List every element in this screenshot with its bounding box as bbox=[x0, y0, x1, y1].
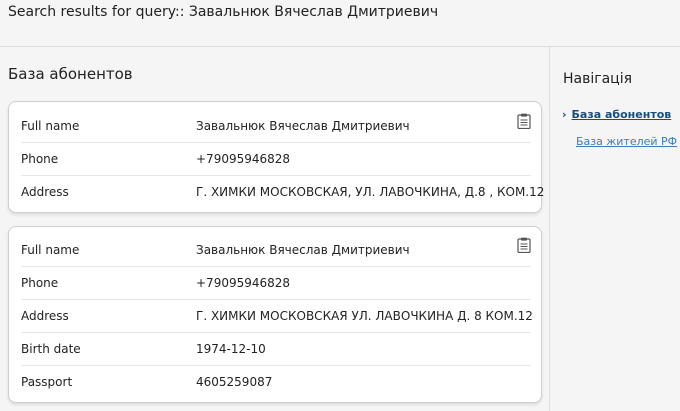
field-value: Г. ХИМКИ МОСКОВСКАЯ УЛ. ЛАВОЧКИНА Д. 8 К… bbox=[196, 309, 533, 323]
table-row: Full name Завальнюк Вячеслав Дмитриевич bbox=[21, 234, 531, 267]
field-label: Full name bbox=[21, 243, 80, 257]
field-label: Phone bbox=[21, 152, 59, 166]
field-value: +79095946828 bbox=[196, 152, 291, 166]
field-value: 1974-12-10 bbox=[196, 342, 266, 356]
field-value: Г. ХИМКИ МОСКОВСКАЯ, УЛ. ЛАВОЧКИНА, Д.8 … bbox=[196, 185, 545, 199]
table-row: Address Г. ХИМКИ МОСКОВСКАЯ УЛ. ЛАВОЧКИН… bbox=[21, 300, 533, 333]
table-row: Birth date 1974-12-10 bbox=[21, 333, 531, 366]
field-label: Phone bbox=[21, 276, 59, 290]
field-label: Passport bbox=[21, 375, 73, 389]
field-label: Birth date bbox=[21, 342, 81, 356]
results-header: Search results for query:: Завальнюк Вяч… bbox=[0, 0, 680, 47]
sidebar-title: Навігація bbox=[563, 71, 633, 87]
result-card: Full name Завальнюк Вячеслав Дмитриевич … bbox=[8, 101, 544, 213]
result-card: Full name Завальнюк Вячеслав Дмитриевич … bbox=[8, 226, 542, 403]
chevron-right-icon: › bbox=[562, 108, 567, 121]
section-title: База абонентов bbox=[8, 65, 133, 83]
field-value: +79095946828 bbox=[196, 276, 291, 290]
field-label: Full name bbox=[21, 119, 80, 133]
field-value: Завальнюк Вячеслав Дмитриевич bbox=[196, 119, 410, 133]
field-label: Address bbox=[21, 185, 69, 199]
table-row: Passport 4605259087 bbox=[21, 366, 531, 399]
field-value: 4605259087 bbox=[196, 375, 273, 389]
table-row: Address Г. ХИМКИ МОСКОВСКАЯ, УЛ. ЛАВОЧКИ… bbox=[21, 176, 544, 209]
sidebar-item-label: База абонентов bbox=[571, 108, 672, 121]
field-value: Завальнюк Вячеслав Дмитриевич bbox=[196, 243, 410, 257]
field-label: Address bbox=[21, 309, 69, 323]
table-row: Phone +79095946828 bbox=[21, 143, 531, 176]
sidebar-navigation: Навігація › База абонентов База жителей Р… bbox=[549, 47, 680, 411]
table-row: Full name Завальнюк Вячеслав Дмитриевич bbox=[21, 110, 531, 143]
sidebar-item-rf-residents-base[interactable]: База жителей РФ bbox=[576, 135, 677, 148]
sidebar-item-subscribers-base[interactable]: › База абонентов bbox=[562, 108, 671, 121]
table-row: Phone +79095946828 bbox=[21, 267, 531, 300]
results-title: Search results for query:: Завальнюк Вяч… bbox=[8, 4, 439, 20]
